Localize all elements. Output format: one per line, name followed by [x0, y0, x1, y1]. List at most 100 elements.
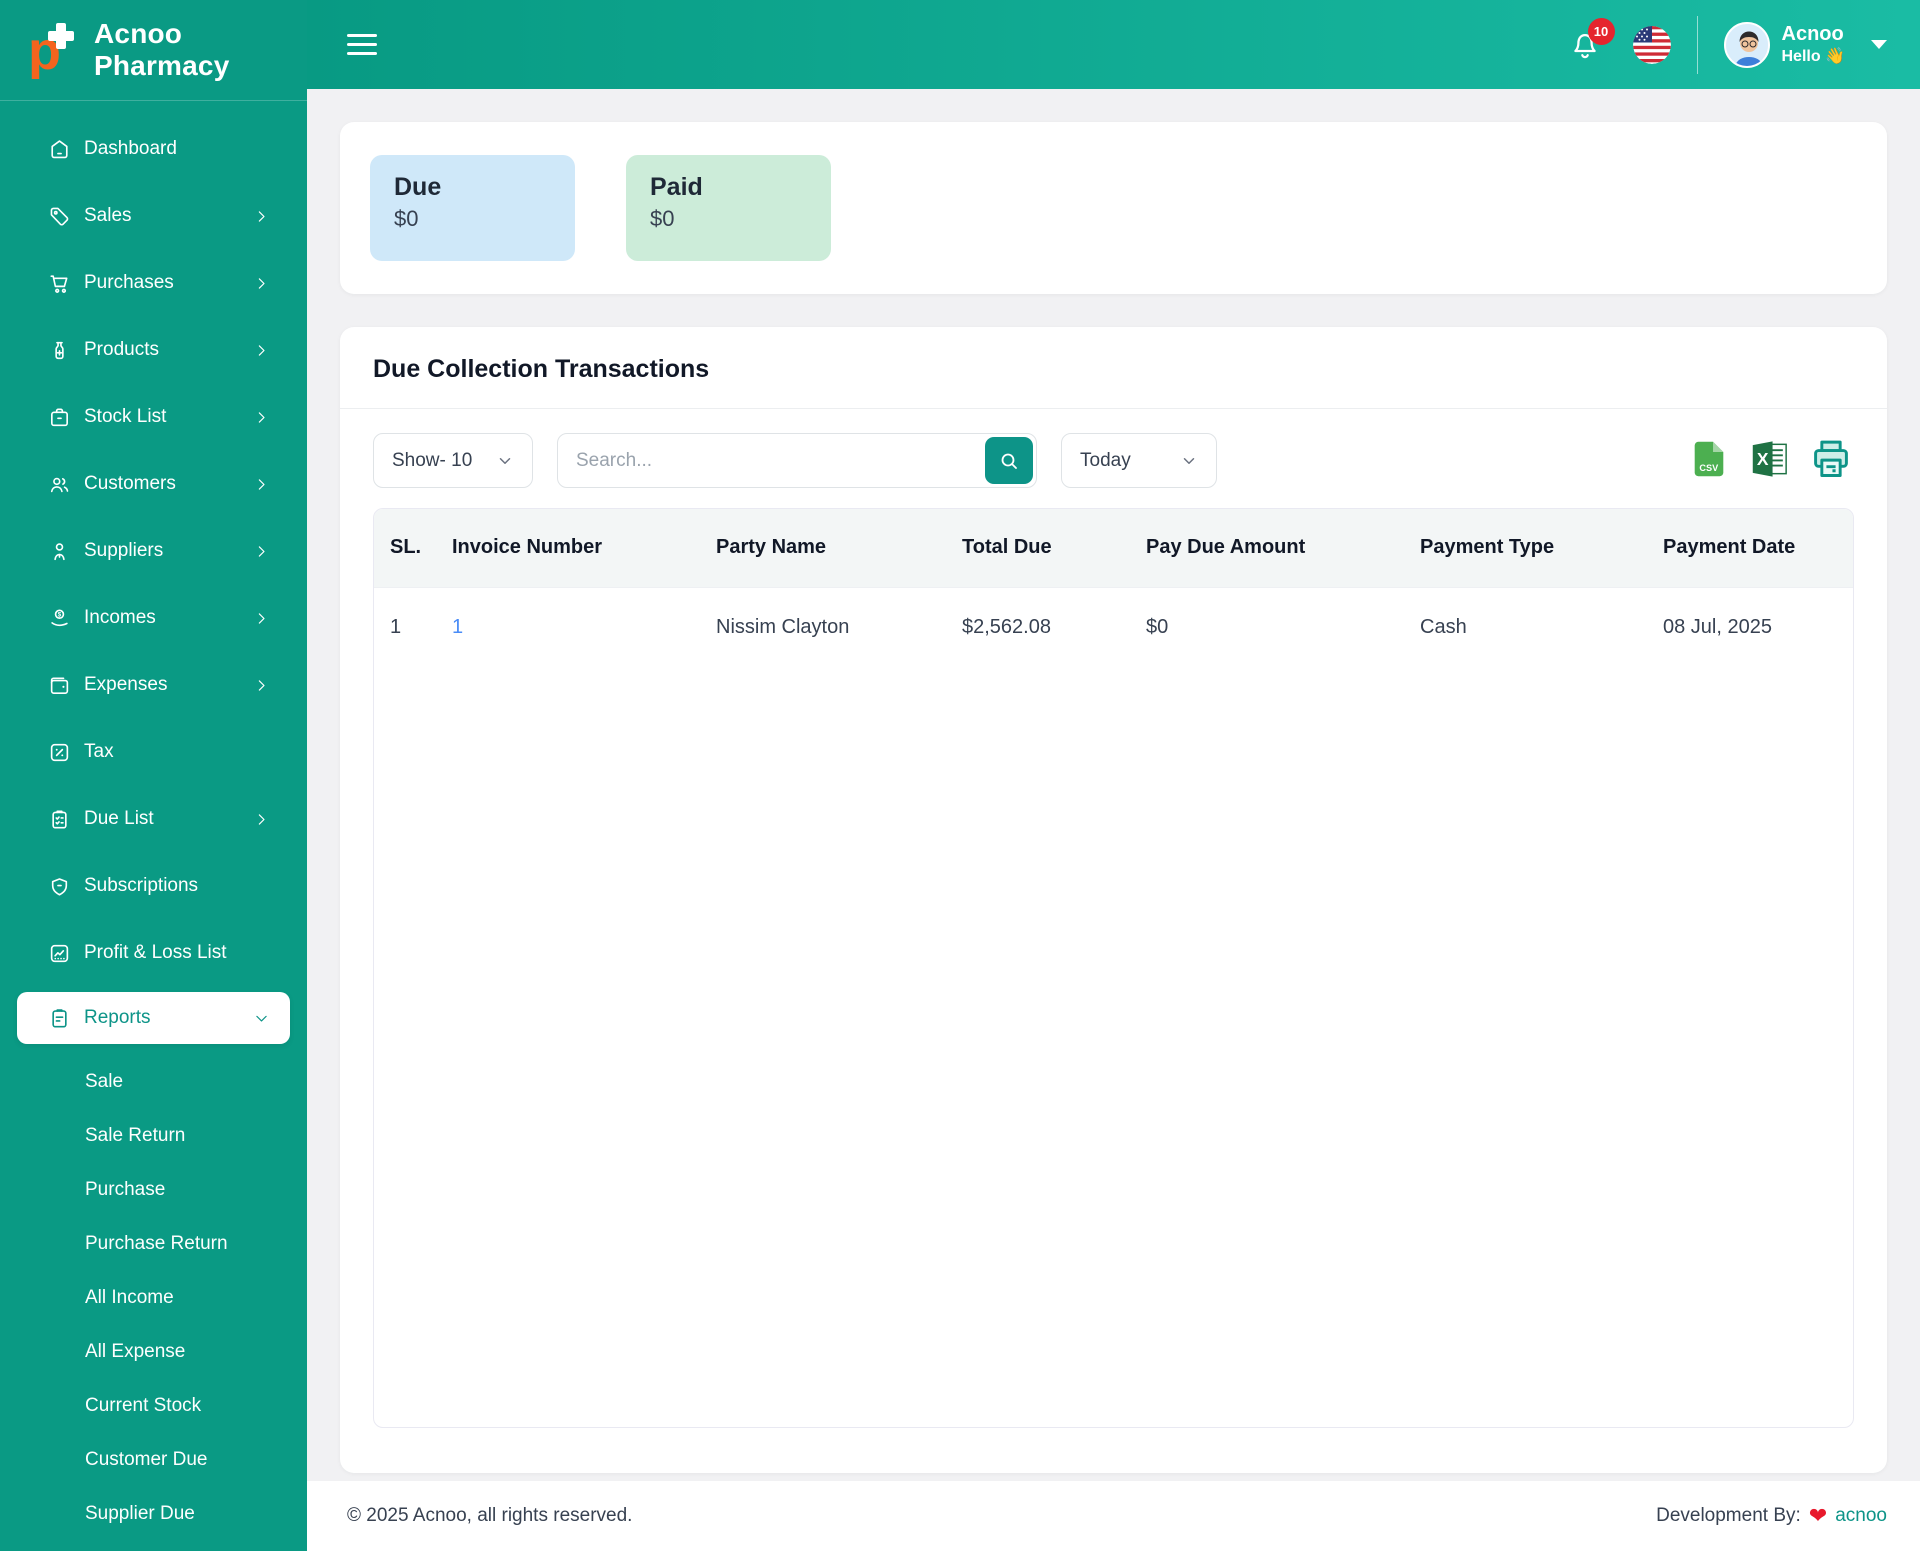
date-filter-value: Today [1080, 449, 1131, 471]
sidebar-item-products[interactable]: Products [17, 322, 290, 378]
column-header-invoice-number: Invoice Number [436, 509, 700, 587]
sidebar-item-label: Dashboard [84, 138, 177, 159]
menu-toggle-icon[interactable] [347, 34, 377, 55]
chevron-right-icon [253, 677, 270, 694]
svg-text:CSV: CSV [1699, 463, 1719, 473]
sidebar-subitem-sale-return[interactable]: Sale Return [0, 1109, 307, 1163]
pharmacy-logo-icon: p [26, 21, 84, 81]
paid-stat-card: Paid $0 [626, 155, 831, 261]
chart-icon [47, 941, 71, 965]
users-icon [47, 472, 71, 496]
content-area: Due $0 Paid $0 Due Collection Transactions … [307, 89, 1920, 1481]
sidebar-subitem-current-stock[interactable]: Current Stock [0, 1379, 307, 1433]
date-filter-select[interactable]: Today [1061, 433, 1217, 488]
search-box [557, 433, 1037, 488]
cart-icon [47, 271, 71, 295]
transactions-table: SL. Invoice Number Party Name Total Due Pay … [374, 509, 1853, 667]
sidebar-item-tax[interactable]: Tax [17, 724, 290, 780]
column-header-pay-due-amount: Pay Due Amount [1130, 509, 1404, 587]
sidebar-item-label: Incomes [84, 607, 156, 628]
user-texts: Acnoo Hello 👋 [1782, 23, 1846, 66]
chevron-right-icon [253, 208, 270, 225]
summary-card: Due $0 Paid $0 [340, 122, 1887, 294]
sidebar-item-reports[interactable]: Reports [17, 992, 290, 1044]
sidebar-item-incomes[interactable]: $ Incomes [17, 590, 290, 646]
stat-value: $0 [650, 206, 675, 231]
sidebar: p Acnoo Pharmacy Dashboard Sales Purchases… [0, 0, 307, 1551]
sidebar-subitem-sale[interactable]: Sale [0, 1055, 307, 1109]
column-header-payment-date: Payment Date [1647, 509, 1853, 587]
sidebar-item-subscriptions[interactable]: Subscriptions [17, 858, 290, 914]
search-button[interactable] [985, 437, 1033, 484]
sidebar-item-label: Products [84, 339, 159, 360]
sidebar-subitem-purchase[interactable]: Purchase [0, 1163, 307, 1217]
export-print-button[interactable] [1808, 438, 1854, 484]
invoice-link[interactable]: 1 [452, 616, 463, 638]
chevron-down-icon [1871, 40, 1887, 49]
search-input[interactable] [557, 433, 1037, 488]
show-entries-select[interactable]: Show- 10 [373, 433, 533, 488]
shield-icon [47, 874, 71, 898]
sidebar-subitem-all-income[interactable]: All Income [0, 1271, 307, 1325]
chevron-right-icon [253, 275, 270, 292]
table-row: 1 1 Nissim Clayton $2,562.08 $0 Cash 08 Jul, 2… [374, 586, 1853, 667]
transactions-table-wrap: SL. Invoice Number Party Name Total Due Pay … [373, 508, 1854, 1428]
developed-by-label: Development By: [1656, 1505, 1801, 1526]
column-header-total-due: Total Due [946, 509, 1130, 587]
chevron-down-icon [1180, 452, 1198, 470]
sidebar-item-label: Profit & Loss List [84, 942, 227, 963]
cell-total-due: $2,562.08 [946, 586, 1130, 667]
sidebar-item-profit-loss-list[interactable]: Profit & Loss List [17, 925, 290, 981]
sidebar-item-sales[interactable]: Sales [17, 188, 290, 244]
print-icon [1809, 437, 1853, 484]
cell-pay-due: $0 [1130, 586, 1404, 667]
cell-sl: 1 [374, 586, 436, 667]
sidebar-subitem-supplier-due[interactable]: Supplier Due [0, 1487, 307, 1541]
due-collection-card: Due Collection Transactions Show- 10 Sea… [340, 327, 1887, 1473]
cell-invoice: 1 [436, 586, 700, 667]
sidebar-item-label: Stock List [84, 406, 167, 427]
sidebar-subitem-all-expense[interactable]: All Expense [0, 1325, 307, 1379]
column-header-sl: SL. [374, 509, 436, 587]
language-flag-button[interactable] [1632, 25, 1671, 64]
notifications-button[interactable]: 10 [1567, 17, 1615, 63]
sidebar-item-label: Customers [84, 473, 176, 494]
sidebar-item-purchases[interactable]: Purchases [17, 255, 290, 311]
sidebar-item-label: Suppliers [84, 540, 164, 561]
user-menu[interactable]: Acnoo Hello 👋 [1723, 21, 1887, 68]
brand-header[interactable]: p Acnoo Pharmacy [0, 0, 307, 101]
main-column: 10 Acnoo Hello 👋 Due $0 Paid $0 Due Coll… [307, 0, 1920, 1551]
sidebar-subitem-customer-due[interactable]: Customer Due [0, 1433, 307, 1487]
chevron-right-icon [253, 476, 270, 493]
percent-icon [47, 740, 71, 764]
notification-count-badge: 10 [1587, 17, 1615, 45]
table-body: 1 1 Nissim Clayton $2,562.08 $0 Cash 08 Jul, 2… [374, 586, 1853, 667]
sidebar-item-label: Due List [84, 808, 154, 829]
sidebar-item-due-list[interactable]: Due List [17, 791, 290, 847]
sidebar-item-dashboard[interactable]: Dashboard [17, 121, 290, 177]
csv-icon: CSV [1687, 437, 1731, 484]
chevron-right-icon [253, 409, 270, 426]
tag-icon [47, 204, 71, 228]
sidebar-item-suppliers[interactable]: Suppliers [17, 523, 290, 579]
topbar-divider [1696, 15, 1698, 74]
sidebar-item-stock-list[interactable]: Stock List [17, 389, 290, 445]
sidebar-subitem-purchase-return[interactable]: Purchase Return [0, 1217, 307, 1271]
user-icon [47, 539, 71, 563]
export-excel-button[interactable]: X [1747, 438, 1793, 484]
footer: © 2025 Acnoo, all rights reserved. Devel… [307, 1481, 1920, 1551]
export-csv-button[interactable]: CSV [1686, 438, 1732, 484]
cell-payment-date: 08 Jul, 2025 [1647, 586, 1853, 667]
clipboard-icon [47, 1006, 71, 1030]
chevron-down-icon [496, 452, 514, 470]
sidebar-item-label: Tax [84, 741, 114, 762]
page-title: Due Collection Transactions [373, 355, 710, 383]
chevron-right-icon [253, 610, 270, 627]
export-buttons: CSV X [1686, 438, 1854, 484]
brand-name: Acnoo Pharmacy [94, 18, 230, 81]
sidebar-item-expenses[interactable]: Expenses [17, 657, 290, 713]
column-header-party-name: Party Name [700, 509, 946, 587]
sidebar-item-customers[interactable]: Customers [17, 456, 290, 512]
developer-link[interactable]: acnoo [1835, 1505, 1887, 1527]
due-stat-card: Due $0 [370, 155, 575, 261]
